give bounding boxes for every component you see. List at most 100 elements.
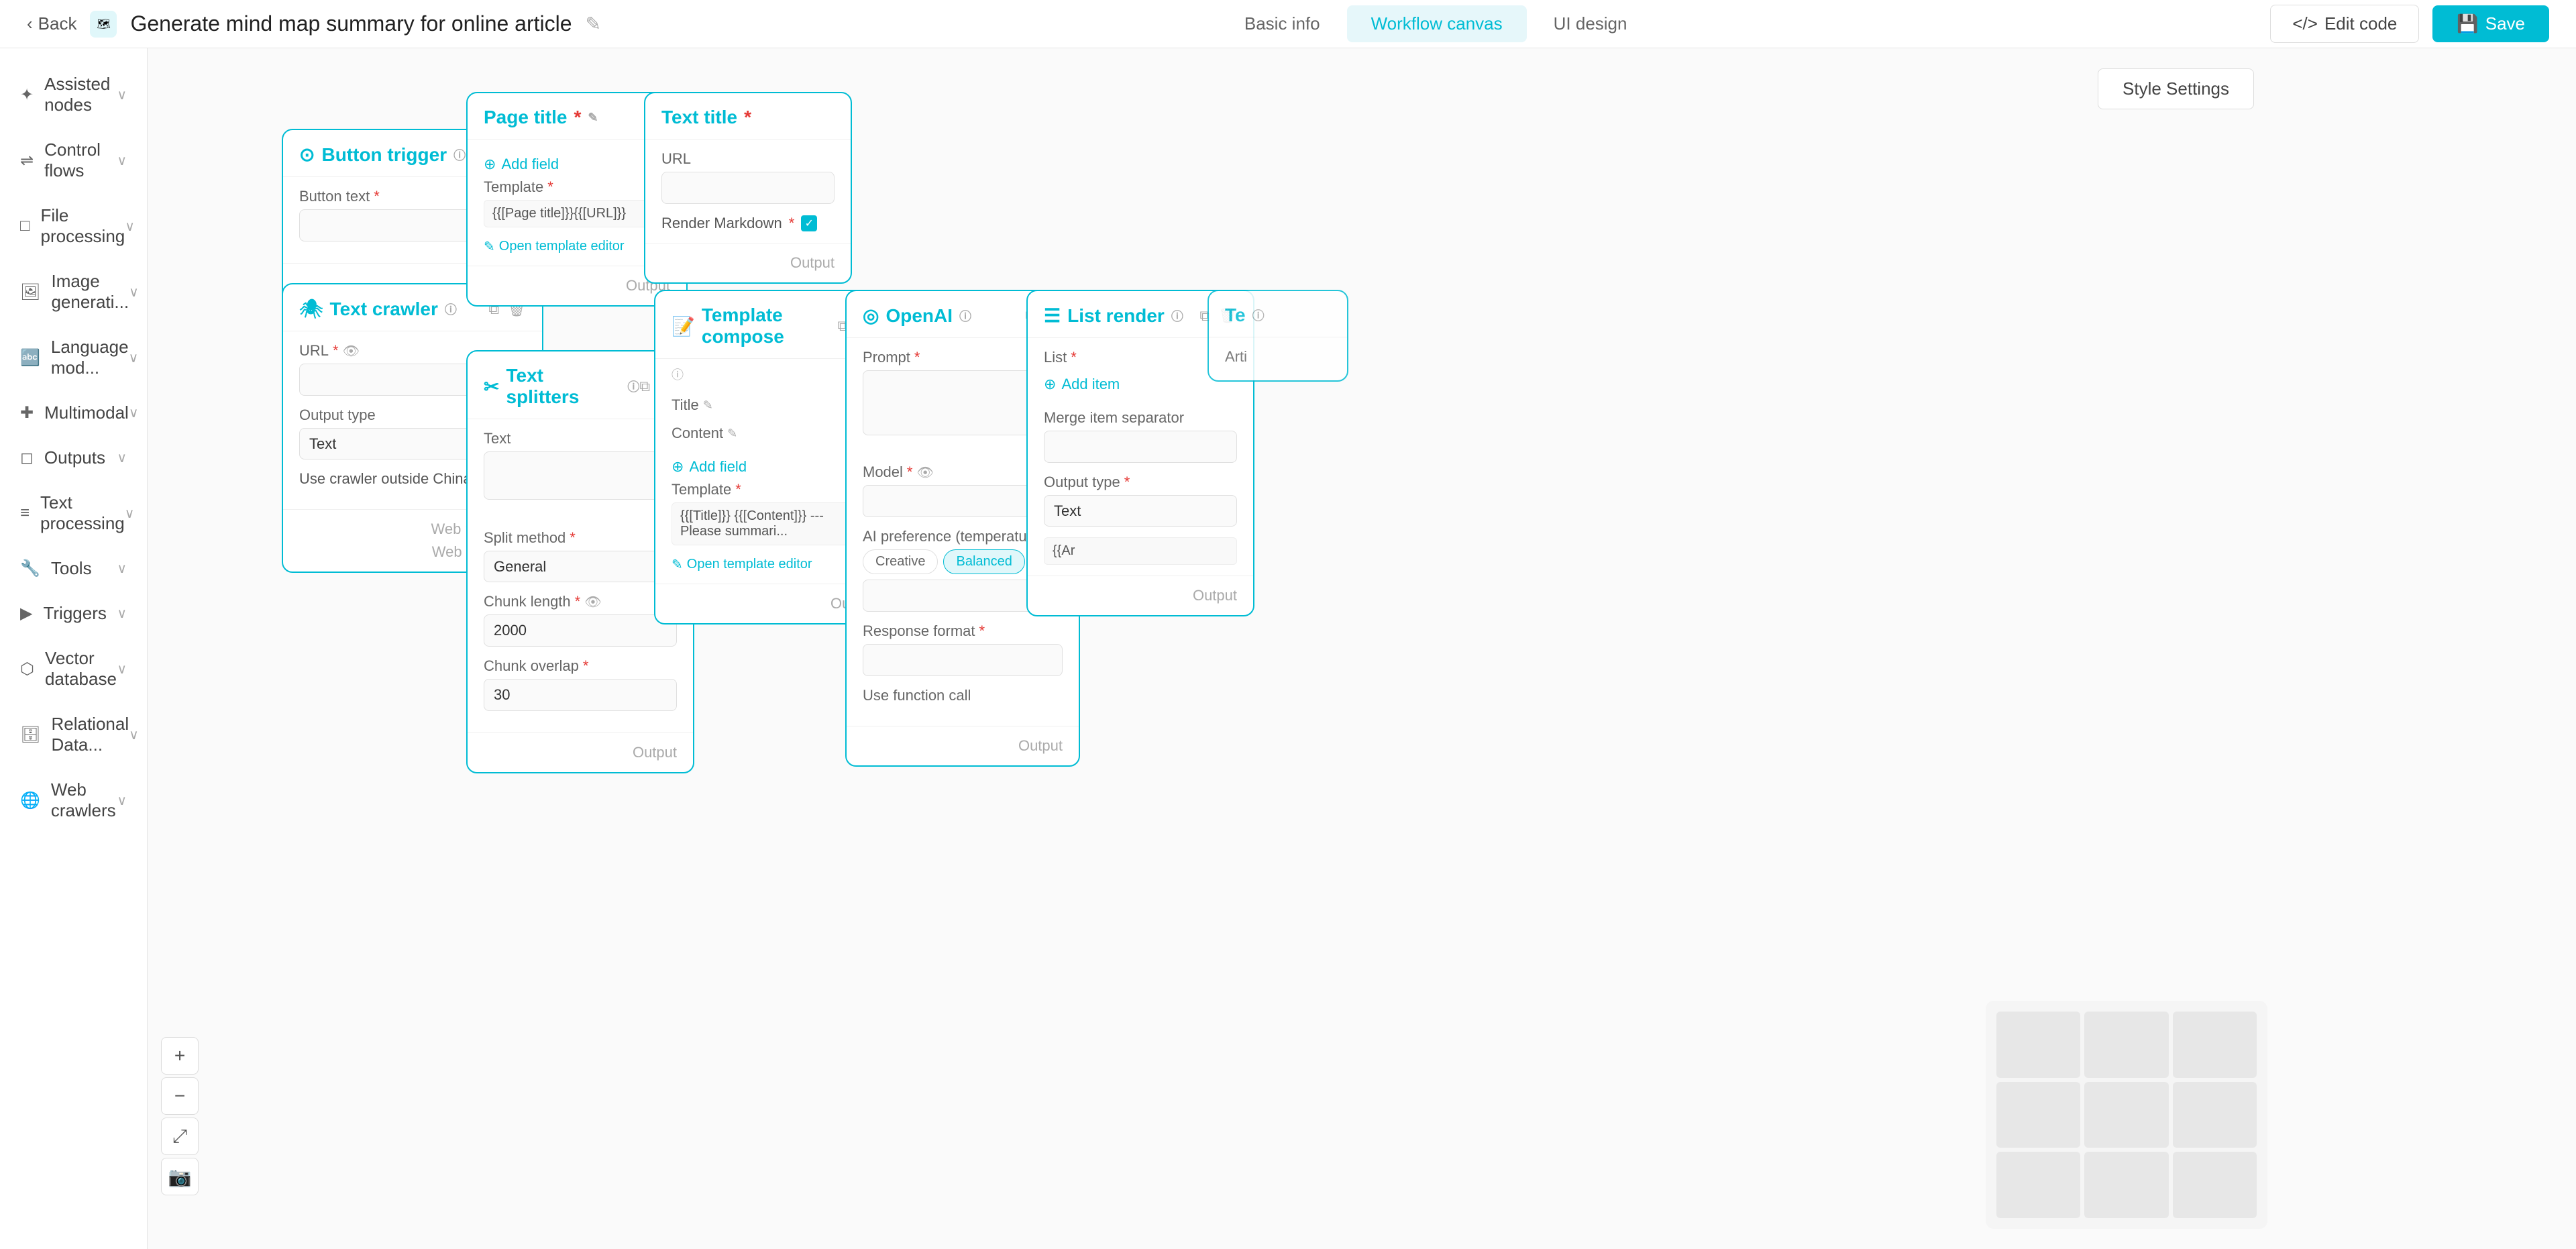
open-template-button[interactable]: ✎ Open template editor bbox=[484, 238, 670, 255]
back-label[interactable]: Back bbox=[38, 13, 77, 34]
text-counter: 0 bbox=[484, 503, 677, 519]
workflow-canvas[interactable]: Style Settings ⊙ Button t bbox=[148, 48, 2576, 1249]
chunk-length-field: Chunk length * 👁 bbox=[484, 593, 677, 647]
fit-button[interactable]: ⤢ bbox=[161, 1118, 199, 1155]
sidebar-label-file-processing: File processing bbox=[41, 205, 125, 247]
add-field-button[interactable]: ⊕ Add field bbox=[672, 453, 875, 481]
chunk-length-input[interactable] bbox=[484, 614, 677, 647]
crawler-outside-china-label: Use crawler outside China bbox=[299, 470, 472, 488]
list-render-icon: ☰ bbox=[1044, 305, 1061, 327]
sidebar-item-tools[interactable]: 🔧 Tools ∨ bbox=[0, 546, 147, 591]
sidebar-item-control-flows[interactable]: ⇌ Control flows ∨ bbox=[0, 127, 147, 193]
eye-icon[interactable]: 👁 bbox=[343, 343, 360, 360]
edit-code-label: Edit code bbox=[2324, 13, 2397, 34]
sidebar-item-multimodal[interactable]: ✚ Multimodal ∨ bbox=[0, 390, 147, 435]
canvas-toolbar: + − ⤢ 📷 bbox=[161, 1037, 199, 1195]
tab-workflow-canvas[interactable]: Workflow canvas bbox=[1347, 5, 1527, 42]
text-title-url-input[interactable] bbox=[661, 172, 835, 204]
chevron-down-icon: ∨ bbox=[117, 661, 127, 677]
response-format-input[interactable]: Text bbox=[863, 644, 1063, 676]
split-method-select[interactable]: General bbox=[484, 551, 677, 582]
render-markdown-checkbox[interactable]: ✓ bbox=[801, 215, 817, 231]
preview-block bbox=[2084, 1152, 2168, 1218]
sidebar-label-web-crawlers: Web crawlers bbox=[51, 779, 117, 821]
open-template-button[interactable]: ✎ Open template editor bbox=[672, 556, 875, 573]
tab-basic-info[interactable]: Basic info bbox=[1220, 5, 1344, 42]
output-type-select[interactable]: Text bbox=[1044, 495, 1237, 527]
save-label: Save bbox=[2485, 13, 2525, 34]
sidebar-item-image-generation[interactable]: 🖼 Image generati... ∨ bbox=[0, 259, 147, 325]
ai-preference-label: AI preference (temperature) bbox=[863, 528, 1044, 545]
chevron-down-icon: ∨ bbox=[117, 87, 127, 103]
text-processing-icon: ≡ bbox=[20, 504, 30, 523]
merge-separator-input[interactable]: \n bbox=[1044, 431, 1237, 463]
edit-icon[interactable]: ✎ bbox=[727, 427, 737, 441]
sidebar-label-text-processing: Text processing bbox=[40, 492, 125, 534]
chevron-down-icon: ∨ bbox=[117, 449, 127, 466]
eye-icon[interactable]: 👁 bbox=[916, 464, 933, 481]
chevron-down-icon: ∨ bbox=[129, 726, 139, 743]
balanced-pill[interactable]: Balanced bbox=[943, 549, 1024, 574]
list-render-template: {{Ar bbox=[1044, 537, 1237, 565]
back-button[interactable]: ‹ Back bbox=[27, 13, 76, 34]
tab-ui-design[interactable]: UI design bbox=[1529, 5, 1652, 42]
assisted-nodes-icon: ✦ bbox=[20, 85, 34, 105]
sidebar-item-relational-data[interactable]: 🗄 Relational Data... ∨ bbox=[0, 702, 147, 767]
add-field-button[interactable]: ⊕ Add field bbox=[484, 150, 670, 178]
text-crawler-icon: 🕷 bbox=[299, 298, 323, 320]
edit-icon[interactable]: ✎ bbox=[588, 111, 598, 125]
text-title-url-label: URL bbox=[661, 150, 691, 168]
chunk-overlap-input[interactable] bbox=[484, 679, 677, 711]
button-text-label: Button text bbox=[299, 188, 370, 205]
web-crawlers-icon: 🌐 bbox=[20, 791, 40, 810]
text-textarea[interactable] bbox=[484, 451, 677, 500]
sidebar-label-image-generation: Image generati... bbox=[51, 271, 129, 313]
sidebar-item-text-processing[interactable]: ≡ Text processing ∨ bbox=[0, 480, 147, 546]
output-type-label: Output type bbox=[299, 406, 376, 424]
plus-icon: ⊕ bbox=[1044, 376, 1056, 393]
camera-icon: 📷 bbox=[168, 1166, 192, 1188]
save-snapshot-button[interactable]: 📷 bbox=[161, 1158, 199, 1195]
merge-separator-label: Merge item separator bbox=[1044, 409, 1184, 427]
merge-separator-field: Merge item separator \n bbox=[1044, 409, 1237, 463]
edit-icon[interactable]: ✎ bbox=[703, 398, 713, 413]
copy-icon[interactable]: ⧉ bbox=[639, 378, 650, 395]
add-field-label: Add field bbox=[689, 458, 747, 476]
relational-data-icon: 🗄 bbox=[20, 725, 40, 745]
zoom-out-button[interactable]: − bbox=[161, 1077, 199, 1115]
style-settings-button[interactable]: Style Settings bbox=[2098, 68, 2254, 109]
edit-title-icon[interactable]: ✎ bbox=[586, 13, 601, 35]
save-button[interactable]: 💾 Save bbox=[2432, 5, 2549, 42]
chevron-down-icon: ∨ bbox=[117, 560, 127, 577]
info-icon: ⓘ bbox=[959, 307, 971, 325]
info-icon: ⓘ bbox=[445, 301, 457, 318]
sidebar-label-triggers: Triggers bbox=[43, 603, 106, 624]
edit-code-button[interactable]: </> Edit code bbox=[2270, 5, 2419, 43]
chunk-overlap-field: Chunk overlap * bbox=[484, 657, 677, 711]
required-marker: * bbox=[374, 188, 380, 205]
sidebar-label-multimodal: Multimodal bbox=[44, 402, 129, 423]
content-label: Content bbox=[672, 425, 723, 442]
sidebar-item-web-crawlers[interactable]: 🌐 Web crawlers ∨ bbox=[0, 767, 147, 833]
title-label: Title bbox=[672, 396, 699, 414]
sidebar-item-vector-database[interactable]: ⬡ Vector database ∨ bbox=[0, 636, 147, 702]
template-label: Template bbox=[672, 481, 731, 498]
sidebar-item-language-model[interactable]: 🔤 Language mod... ∨ bbox=[0, 325, 147, 390]
chevron-down-icon: ∨ bbox=[129, 349, 139, 366]
info-icon: ⓘ bbox=[1171, 307, 1183, 325]
chevron-down-icon: ∨ bbox=[125, 505, 135, 522]
title-field: Title ✎ bbox=[672, 396, 875, 414]
sidebar-item-outputs[interactable]: ◻ Outputs ∨ bbox=[0, 435, 147, 480]
code-icon: </> bbox=[2292, 13, 2318, 34]
info-icon: ⓘ bbox=[627, 378, 639, 395]
sidebar-item-assisted-nodes[interactable]: ✦ Assisted nodes ∨ bbox=[0, 62, 147, 127]
eye-icon[interactable]: 👁 bbox=[584, 594, 601, 610]
sidebar-item-file-processing[interactable]: □ File processing ∨ bbox=[0, 193, 147, 259]
text-field: Text 0 bbox=[484, 430, 677, 519]
sidebar-item-triggers[interactable]: ▶ Triggers ∨ bbox=[0, 591, 147, 636]
header-left: ‹ Back 🗺 Generate mind map summary for o… bbox=[27, 11, 601, 38]
split-method-field: Split method * General bbox=[484, 529, 677, 582]
creative-pill[interactable]: Creative bbox=[863, 549, 938, 574]
preview-block bbox=[2173, 1082, 2257, 1148]
zoom-in-button[interactable]: + bbox=[161, 1037, 199, 1075]
